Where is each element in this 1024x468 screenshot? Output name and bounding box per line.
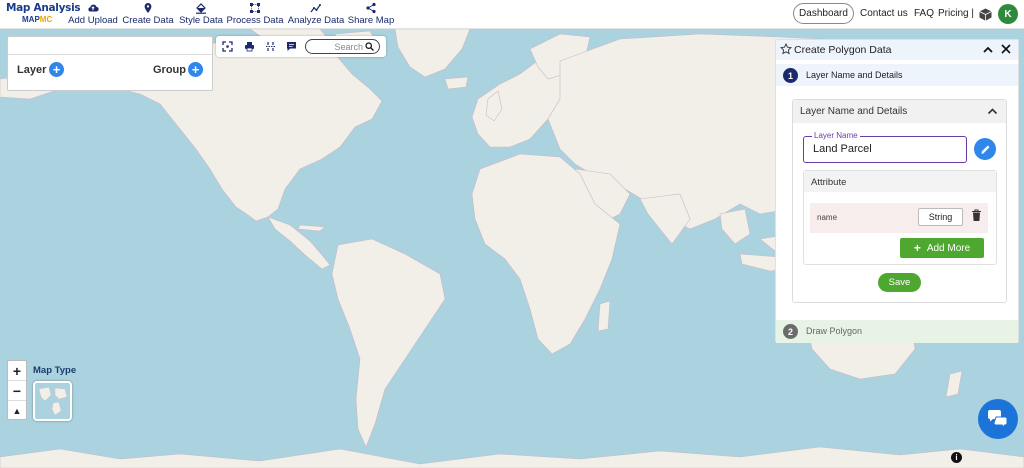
edit-layer-name-button[interactable] [974,138,996,160]
attribute-section: Attribute name String + Add More [803,170,997,265]
step-1-row[interactable]: 1 Layer Name and Details [776,64,1018,86]
chat-icon [988,410,1008,428]
nav-label: Style Data [179,15,223,26]
attribute-title: Attribute [811,177,847,188]
layer-name-floating-label: Layer Name [812,131,860,140]
logo-subtitle-a: MAP [22,15,40,24]
nav-create-data[interactable]: Create Data [122,2,174,28]
dashboard-button[interactable]: Dashboard [793,3,854,24]
step-2-row[interactable]: 2 Draw Polygon [776,320,1018,343]
save-button[interactable]: Save [878,273,921,292]
print-icon[interactable] [244,41,255,52]
nav-style-data[interactable]: Style Data [179,2,223,28]
attribute-header: Attribute [804,171,996,192]
layer-label: Layer [17,64,47,76]
logo-subtitle: MAPMC [22,15,64,24]
package-icon[interactable] [979,8,992,21]
search-icon[interactable] [365,42,374,51]
share-icon [366,2,376,14]
section-title: Layer Name and Details [800,106,908,117]
layer-details-section: Layer Name and Details Layer Name Attrib… [792,99,1007,303]
nav-analyze-data[interactable]: Analyze Data [287,2,345,28]
nav-share-map[interactable]: Share Map [347,2,395,28]
close-icon[interactable] [1000,43,1012,55]
create-polygon-panel: Create Polygon Data 1 Layer Name and Det… [775,39,1019,343]
cloud-upload-icon [88,4,99,12]
plus-icon: + [913,241,921,255]
add-group-button[interactable]: + [188,62,203,77]
step-2-label: Draw Polygon [806,326,863,336]
star-icon [780,43,792,55]
nav-label: Create Data [122,15,174,26]
analyze-chart-icon [310,4,321,13]
panel-header: Create Polygon Data [776,40,1018,60]
step-1-number: 1 [783,68,798,83]
nav-label: Add Upload [68,15,118,26]
zoom-in-button[interactable]: + [8,361,26,381]
layer-name-input[interactable] [813,143,958,155]
paint-bucket-icon [196,3,206,14]
logo-subtitle-b: MC [39,15,53,24]
contact-us-link[interactable]: Contact us [860,8,908,19]
step-1-label: Layer Name and Details [806,70,903,80]
attribute-type-select[interactable]: String [918,208,963,226]
group-label: Group [153,64,186,76]
faq-link[interactable]: FAQ [914,8,934,19]
nav-label: Share Map [347,15,395,26]
nav-add-upload[interactable]: Add Upload [68,2,118,28]
map-toolbar [216,36,386,57]
comment-icon[interactable] [286,41,297,52]
add-more-button[interactable]: + Add More [900,238,984,258]
app-logo[interactable]: Map Analysis MAPMC [6,2,81,26]
zoom-controls: + − ▲ [7,360,27,420]
layer-name-field[interactable]: Layer Name [803,131,967,163]
chevron-up-icon[interactable] [987,106,998,117]
map-type-label: Map Type [33,365,77,376]
fullscreen-icon[interactable] [222,41,233,52]
top-navigation-bar: Map Analysis MAPMC Add Upload Create Dat… [0,0,1024,29]
pencil-icon [981,145,989,154]
map-type-thumbnail[interactable] [33,381,72,421]
pricing-link[interactable]: Pricing | [938,8,974,19]
attribute-row: name String [810,203,988,233]
section-header[interactable]: Layer Name and Details [793,100,1006,123]
trash-icon[interactable] [971,209,982,222]
info-icon[interactable]: i [951,452,962,463]
reset-north-button[interactable]: ▲ [8,401,26,421]
process-nodes-icon [250,3,260,13]
panel-title: Create Polygon Data [794,44,892,56]
map-pin-icon [144,3,152,13]
live-chat-button[interactable] [978,399,1018,439]
map-search-box[interactable] [305,39,380,54]
zoom-out-button[interactable]: − [8,381,26,401]
panel-divider [8,54,212,55]
chevron-up-icon[interactable] [982,44,994,56]
nav-label: Analyze Data [287,15,345,26]
nav-label: Process Data [226,15,284,26]
measure-icon[interactable] [265,41,276,52]
attribute-name[interactable]: name [817,213,837,222]
step-2-number: 2 [783,324,798,339]
map-type-preview [38,386,68,416]
nav-process-data[interactable]: Process Data [226,2,284,28]
add-layer-button[interactable]: + [49,62,64,77]
user-avatar[interactable]: K [998,4,1018,24]
add-more-label: Add More [926,242,971,254]
layer-panel: Layer + Group + [7,36,213,91]
logo-title: Map Analysis [6,2,81,14]
map-search-input[interactable] [311,41,363,52]
